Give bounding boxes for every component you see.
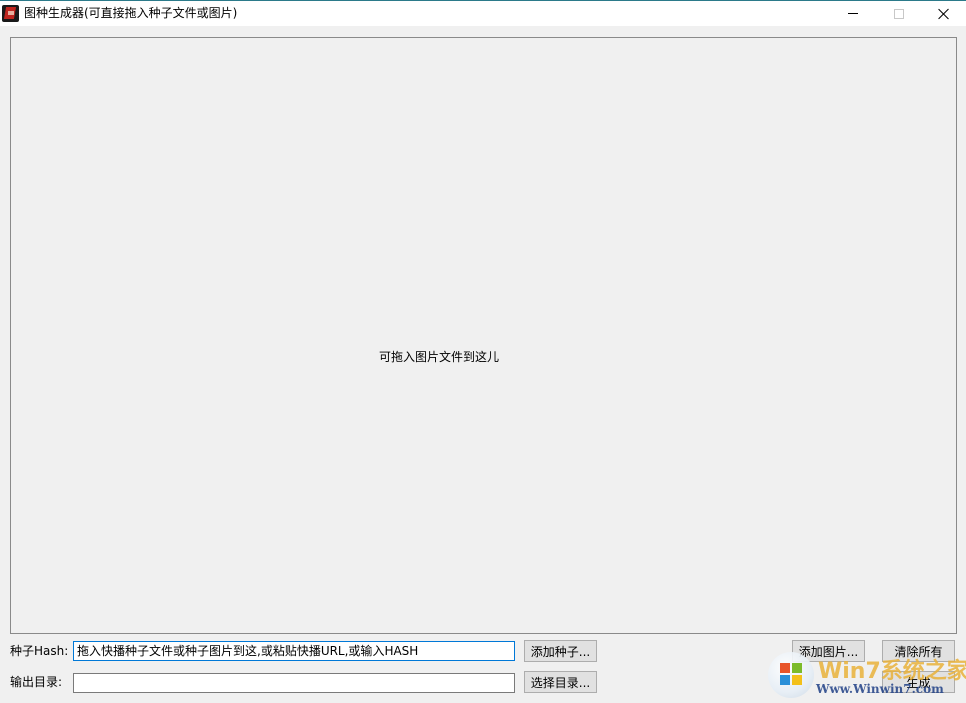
minimize-button[interactable] bbox=[830, 1, 876, 26]
add-image-button[interactable]: 添加图片... bbox=[792, 640, 865, 662]
choose-dir-button[interactable]: 选择目录... bbox=[524, 671, 597, 693]
generate-button[interactable]: 生成 bbox=[882, 671, 955, 693]
torrent-hash-input[interactable]: 拖入快播种子文件或种子图片到这,或粘贴快播URL,或输入HASH bbox=[73, 641, 515, 661]
output-dir-label: 输出目录: bbox=[10, 675, 63, 689]
add-torrent-button[interactable]: 添加种子... bbox=[524, 640, 597, 662]
minimize-icon bbox=[848, 13, 858, 14]
close-icon bbox=[938, 8, 950, 20]
clear-all-button[interactable]: 清除所有 bbox=[882, 640, 955, 662]
close-button[interactable] bbox=[921, 1, 966, 26]
windows-flag-icon bbox=[780, 663, 802, 685]
drop-hint-text: 可拖入图片文件到这儿 bbox=[379, 350, 500, 364]
title-bar: 图种生成器(可直接拖入种子文件或图片) bbox=[0, 0, 966, 26]
maximize-button[interactable] bbox=[876, 1, 922, 26]
app-icon bbox=[2, 5, 19, 22]
torrent-hash-label: 种子Hash: bbox=[10, 644, 69, 658]
image-drop-area[interactable]: 可拖入图片文件到这儿 bbox=[10, 37, 957, 634]
output-dir-input[interactable] bbox=[73, 673, 515, 693]
window-title: 图种生成器(可直接拖入种子文件或图片) bbox=[24, 6, 238, 20]
maximize-icon bbox=[894, 8, 904, 19]
